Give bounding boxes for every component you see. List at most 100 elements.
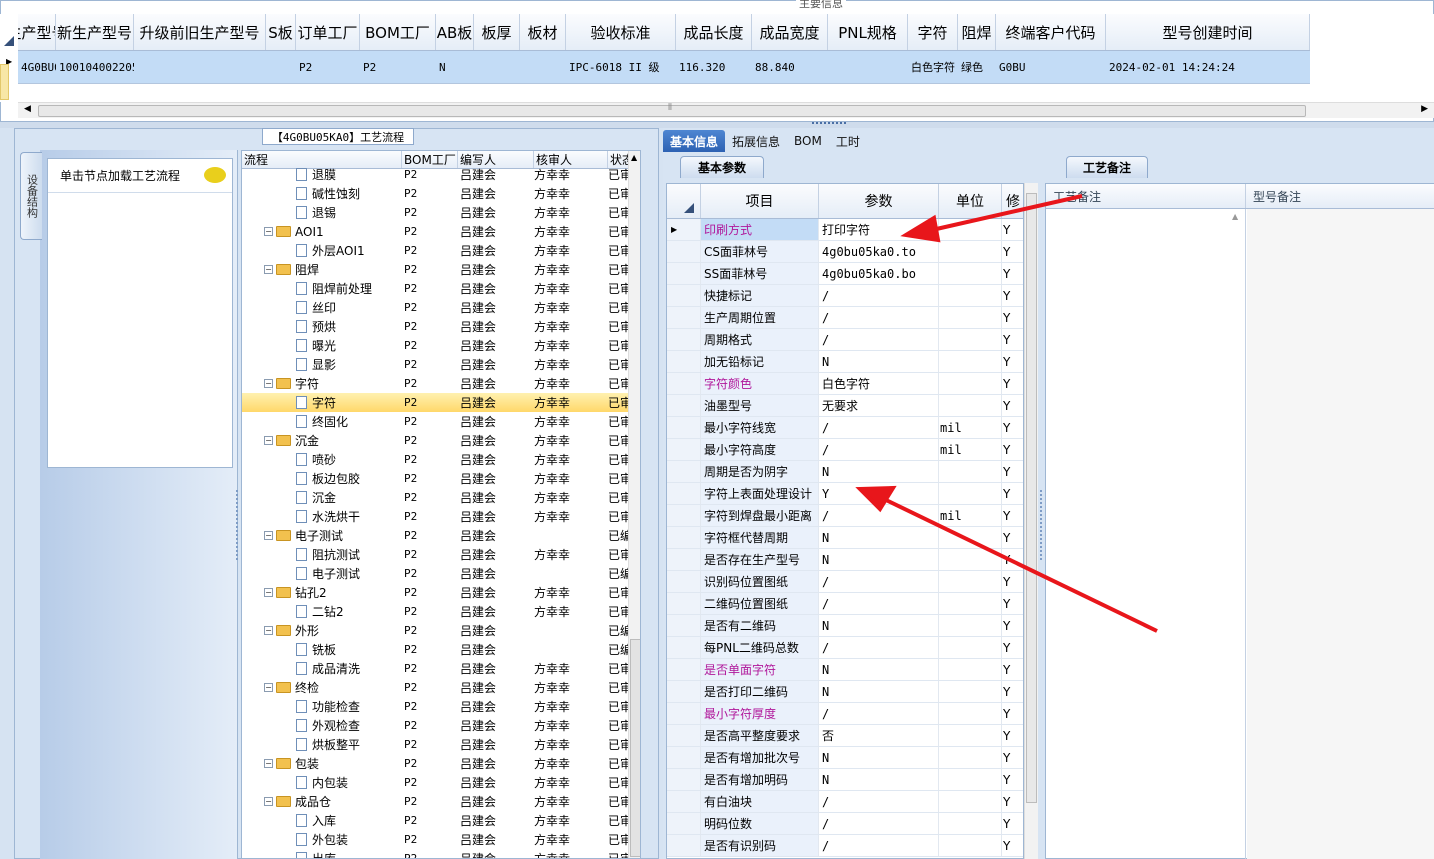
collapse-icon[interactable]: −: [264, 227, 273, 236]
tree-node[interactable]: 成品清洗 P2 吕建会 方幸幸 已审核: [242, 659, 640, 678]
collapse-icon[interactable]: −: [264, 626, 273, 635]
param-value[interactable]: /: [819, 835, 939, 856]
tree-node[interactable]: 阻焊前处理 P2 吕建会 方幸幸 已审核: [242, 279, 640, 298]
tree-node[interactable]: 出库 P2 吕建会 方幸幸 已审核: [242, 849, 640, 858]
param-value[interactable]: Y: [819, 483, 939, 504]
tree-node[interactable]: 显影 P2 吕建会 方幸幸 已审核: [242, 355, 640, 374]
tree-node[interactable]: 丝印 P2 吕建会 方幸幸 已审核: [242, 298, 640, 317]
param-row[interactable]: 生产周期位置 / Y: [667, 307, 1023, 329]
tree-node[interactable]: 板边包胶 P2 吕建会 方幸幸 已审核: [242, 469, 640, 488]
param-row[interactable]: 油墨型号 无要求 Y: [667, 395, 1023, 417]
table-cell[interactable]: [474, 51, 520, 83]
param-value[interactable]: /: [819, 791, 939, 812]
scroll-thumb[interactable]: [38, 105, 1306, 117]
row-indicator[interactable]: [667, 307, 701, 328]
side-handle[interactable]: [0, 64, 9, 100]
tab-detail[interactable]: 拓展信息: [725, 130, 787, 152]
param-row[interactable]: 字符上表面处理设计 Y Y: [667, 483, 1023, 505]
tree-node[interactable]: 喷砂 P2 吕建会 方幸幸 已审核: [242, 450, 640, 469]
tree-node[interactable]: 字符 P2 吕建会 方幸幸 已审核: [242, 393, 640, 412]
collapse-icon[interactable]: −: [264, 797, 273, 806]
table-row[interactable]: 4G0BU05KA010010400220528P2P2NIPC-6018 II…: [18, 51, 1310, 84]
table-cell[interactable]: [520, 51, 566, 83]
table-cell[interactable]: G0BU: [996, 51, 1106, 83]
tree-node[interactable]: − 成品仓 P2 吕建会 方幸幸 已审核: [242, 792, 640, 811]
row-indicator[interactable]: [667, 615, 701, 636]
tree-node[interactable]: 终固化 P2 吕建会 方幸幸 已审核: [242, 412, 640, 431]
tree-node[interactable]: 曝光 P2 吕建会 方幸幸 已审核: [242, 336, 640, 355]
tree-node[interactable]: − AOI1 P2 吕建会 方幸幸 已审核: [242, 222, 640, 241]
column-header[interactable]: 订单工厂: [296, 14, 360, 50]
param-value[interactable]: /: [819, 307, 939, 328]
param-value[interactable]: 无要求: [819, 395, 939, 416]
row-indicator[interactable]: [667, 571, 701, 592]
row-indicator[interactable]: [667, 681, 701, 702]
column-header[interactable]: 验收标准: [566, 14, 676, 50]
param-value[interactable]: /: [819, 439, 939, 460]
param-row[interactable]: 每PNL二维码总数 / Y: [667, 637, 1023, 659]
table-cell[interactable]: P2: [360, 51, 436, 83]
table-cell[interactable]: 白色字符: [908, 51, 958, 83]
param-row[interactable]: 是否高平整度要求否 Y: [667, 725, 1023, 747]
table-cell[interactable]: 2024-02-01 14:24:24: [1106, 51, 1310, 83]
param-value[interactable]: N: [819, 615, 939, 636]
row-indicator[interactable]: [667, 659, 701, 680]
param-row[interactable]: 字符到焊盘最小距离 / mil Y: [667, 505, 1023, 527]
select-all-corner[interactable]: [667, 184, 701, 218]
tree-node[interactable]: 入库 P2 吕建会 方幸幸 已审核: [242, 811, 640, 830]
scroll-thumb[interactable]: [630, 639, 640, 857]
param-row[interactable]: 是否有增加明码 N Y: [667, 769, 1023, 791]
row-indicator[interactable]: [667, 351, 701, 372]
param-value[interactable]: 4g0bu05ka0.to: [819, 241, 939, 262]
tab-detail[interactable]: 工时: [829, 130, 867, 152]
param-value[interactable]: /: [819, 505, 939, 526]
param-row[interactable]: ▶ 印刷方式 打印字符 Y: [667, 219, 1023, 241]
column-header[interactable]: 成品宽度: [752, 14, 828, 50]
tree-node[interactable]: 退锡 P2 吕建会 方幸幸 已审核: [242, 203, 640, 222]
table-cell[interactable]: [828, 51, 908, 83]
process-note-field[interactable]: [1046, 209, 1246, 859]
param-row[interactable]: 是否有二维码 N Y: [667, 615, 1023, 637]
scroll-up-icon[interactable]: ▲: [631, 153, 637, 162]
table-cell[interactable]: [266, 51, 296, 83]
param-value[interactable]: 白色字符: [819, 373, 939, 394]
scroll-up-icon[interactable]: ▲: [1232, 212, 1238, 221]
tree-node[interactable]: 碱性蚀刻 P2 吕建会 方幸幸 已审核: [242, 184, 640, 203]
param-row[interactable]: SS面菲林号 4g0bu05ka0.bo Y: [667, 263, 1023, 285]
tab-equipment-structure[interactable]: 设备结构: [20, 152, 42, 240]
select-all-corner-icon[interactable]: [4, 36, 14, 46]
column-header[interactable]: 字符: [908, 14, 958, 50]
column-header[interactable]: 生产型号: [18, 14, 56, 50]
table-cell[interactable]: P2: [296, 51, 360, 83]
param-value[interactable]: 4g0bu05ka0.bo: [819, 263, 939, 284]
param-value[interactable]: N: [819, 769, 939, 790]
param-value[interactable]: N: [819, 659, 939, 680]
tree-vscrollbar[interactable]: ▲: [628, 151, 640, 858]
collapse-icon[interactable]: −: [264, 683, 273, 692]
param-value[interactable]: 否: [819, 725, 939, 746]
tree-node[interactable]: 预烘 P2 吕建会 方幸幸 已审核: [242, 317, 640, 336]
column-header[interactable]: 板材: [520, 14, 566, 50]
load-hint-header[interactable]: 单击节点加载工艺流程: [48, 159, 232, 193]
row-indicator[interactable]: [667, 461, 701, 482]
param-column-header[interactable]: 单位: [939, 184, 1002, 218]
row-indicator[interactable]: [667, 241, 701, 262]
param-value[interactable]: /: [819, 285, 939, 306]
param-row[interactable]: 周期是否为阴字 N Y: [667, 461, 1023, 483]
param-value[interactable]: /: [819, 593, 939, 614]
param-row[interactable]: 最小字符线宽 / mil Y: [667, 417, 1023, 439]
row-indicator[interactable]: [667, 549, 701, 570]
param-value[interactable]: /: [819, 703, 939, 724]
param-row[interactable]: 二维码位置图纸 / Y: [667, 593, 1023, 615]
model-note-field[interactable]: [1247, 209, 1434, 859]
scroll-right-icon[interactable]: ▶: [1421, 104, 1428, 114]
collapse-icon[interactable]: −: [264, 379, 273, 388]
tree-node[interactable]: 二钻2 P2 吕建会 方幸幸 已审核: [242, 602, 640, 621]
column-header[interactable]: S板: [266, 14, 296, 50]
tree-node[interactable]: 内包装 P2 吕建会 方幸幸 已审核: [242, 773, 640, 792]
param-row[interactable]: 明码位数 / Y: [667, 813, 1023, 835]
row-indicator[interactable]: [667, 593, 701, 614]
collapse-icon[interactable]: −: [264, 531, 273, 540]
row-indicator[interactable]: [667, 439, 701, 460]
column-header[interactable]: AB板: [436, 14, 474, 50]
